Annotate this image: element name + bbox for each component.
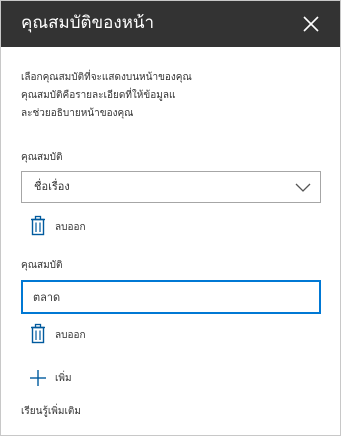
remove-label: ลบออก — [55, 222, 86, 233]
dropdown-selected-value: ชื่อเรื่อง — [34, 180, 70, 193]
page-properties-panel: คุณสมบัติของหน้า เลือกคุณสมบัติที่จะแสดง… — [0, 0, 341, 436]
property-label: คุณสมบัติ — [21, 152, 63, 163]
property-label: คุณสมบัติ — [21, 260, 63, 271]
close-button[interactable] — [297, 10, 325, 38]
remove-label: ลบออก — [55, 330, 86, 341]
learn-more-link[interactable]: เรียนรู้เพิ่มเติม — [21, 405, 81, 419]
panel-header: คุณสมบัติของหน้า — [1, 1, 340, 47]
description-line: เลือกคุณสมบัติที่จะแสดงบนหน้าของคุณ — [21, 72, 192, 83]
close-icon — [303, 16, 319, 32]
panel-description: เลือกคุณสมบัติที่จะแสดงบนหน้าของคุณ คุณส… — [21, 69, 321, 123]
chevron-down-icon — [295, 180, 311, 194]
plus-icon — [29, 366, 47, 388]
add-label: เพิ่ม — [55, 373, 72, 384]
panel-title: คุณสมบัติของหน้า — [21, 13, 155, 33]
trash-icon — [29, 215, 47, 237]
description-line: คุณสมบัติคือรายละเอียดที่ให้ข้อมูลแ — [21, 90, 176, 101]
description-line: ละช่วยอธิบายหน้าของคุณ — [21, 108, 134, 119]
property-dropdown[interactable]: ชื่อเรื่อง — [21, 171, 321, 203]
property-text-input[interactable] — [21, 280, 321, 314]
trash-icon — [29, 323, 47, 345]
